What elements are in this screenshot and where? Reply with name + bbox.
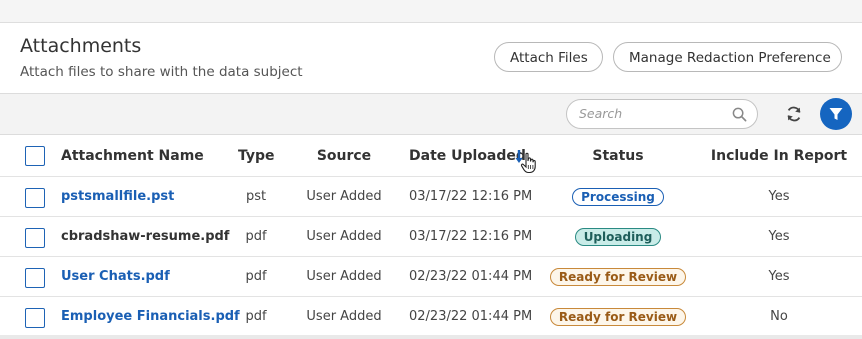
attachment-date: 03/17/22 12:16 PM — [409, 189, 533, 204]
status-badge: Uploading — [574, 227, 662, 246]
row-checkbox[interactable] — [25, 228, 45, 248]
attachment-date: 03/17/22 12:16 PM — [409, 229, 533, 244]
status-cell: Ready for Review — [547, 297, 689, 337]
filter-button[interactable] — [820, 98, 852, 130]
search-icon[interactable] — [732, 107, 747, 122]
attachments-header: Attachments Attach files to share with t… — [0, 23, 862, 93]
row-checkbox[interactable] — [25, 268, 45, 288]
attachment-type: pdf — [245, 309, 267, 324]
row-checkbox[interactable] — [25, 308, 45, 328]
status-cell: Ready for Review — [547, 257, 689, 297]
search-placeholder: Search — [579, 106, 623, 121]
filter-icon — [829, 108, 843, 120]
row-checkbox[interactable] — [25, 188, 45, 208]
include-in-report: No — [770, 309, 788, 324]
attachment-date: 02/23/22 01:44 PM — [409, 269, 533, 284]
column-header-status[interactable]: Status — [547, 135, 689, 175]
attachment-source: User Added — [306, 189, 382, 204]
hand-cursor-icon — [520, 152, 536, 174]
attachment-source: User Added — [306, 269, 382, 284]
include-in-report: Yes — [768, 229, 790, 244]
column-header-type[interactable]: Type — [238, 135, 275, 175]
attachment-source: User Added — [306, 229, 382, 244]
table-row[interactable]: Employee Financials.pdf pdf User Added 0… — [0, 297, 862, 337]
attachment-name-link[interactable]: User Chats.pdf — [61, 257, 170, 297]
status-badge: Processing — [572, 187, 664, 206]
column-header-name[interactable]: Attachment Name — [61, 135, 204, 175]
include-in-report: Yes — [768, 189, 790, 204]
column-header-date[interactable]: Date Uploaded — [409, 135, 526, 175]
attachment-source: User Added — [306, 309, 382, 324]
search-input[interactable]: Search — [566, 99, 758, 129]
column-header-source[interactable]: Source — [304, 135, 384, 175]
bottom-divider — [0, 335, 862, 339]
select-all-checkbox[interactable] — [25, 146, 45, 166]
attachment-name: cbradshaw-resume.pdf — [61, 229, 230, 244]
column-header-include[interactable]: Include In Report — [704, 135, 854, 175]
attachment-type: pdf — [245, 229, 267, 244]
status-badge: Ready for Review — [549, 307, 687, 326]
status-cell: Processing — [547, 177, 689, 217]
attachment-name-link[interactable]: pstsmallfile.pst — [61, 177, 174, 217]
attachment-type: pst — [245, 189, 267, 204]
attachment-type: pdf — [245, 269, 267, 284]
attachment-date: 02/23/22 01:44 PM — [409, 309, 533, 324]
table-row[interactable]: User Chats.pdf pdf User Added 02/23/22 0… — [0, 257, 862, 297]
table-header-row: Attachment Name Type Source Date Uploade… — [0, 135, 862, 177]
table-row[interactable]: pstsmallfile.pst pst User Added 03/17/22… — [0, 177, 862, 217]
table-row[interactable]: cbradshaw-resume.pdf pdf User Added 03/1… — [0, 217, 862, 257]
attach-files-button[interactable]: Attach Files — [494, 42, 603, 72]
include-in-report: Yes — [768, 269, 790, 284]
page-subtitle: Attach files to share with the data subj… — [20, 64, 303, 80]
refresh-icon[interactable] — [785, 105, 803, 123]
attachment-name-link[interactable]: Employee Financials.pdf — [61, 297, 240, 337]
manage-redaction-button[interactable]: Manage Redaction Preference — [613, 42, 842, 72]
top-divider — [0, 0, 862, 23]
status-cell: Uploading — [547, 217, 689, 257]
table-toolbar: Search — [0, 93, 862, 135]
status-badge: Ready for Review — [549, 267, 687, 286]
page-title: Attachments — [20, 35, 142, 57]
